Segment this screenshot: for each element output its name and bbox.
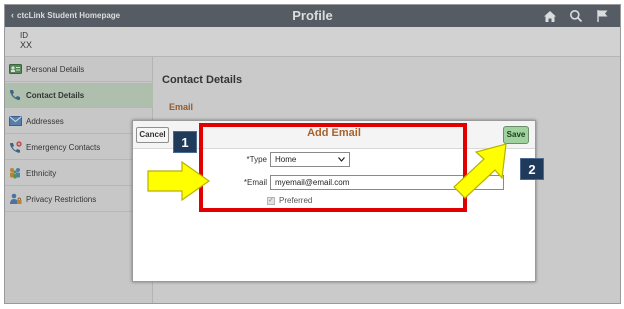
step-badge-2: 2 xyxy=(520,158,544,180)
highlight-box xyxy=(199,123,467,212)
right-arrow-icon xyxy=(147,160,211,202)
step-badge-1: 1 xyxy=(173,131,197,153)
diagonal-arrow-icon xyxy=(453,143,507,199)
